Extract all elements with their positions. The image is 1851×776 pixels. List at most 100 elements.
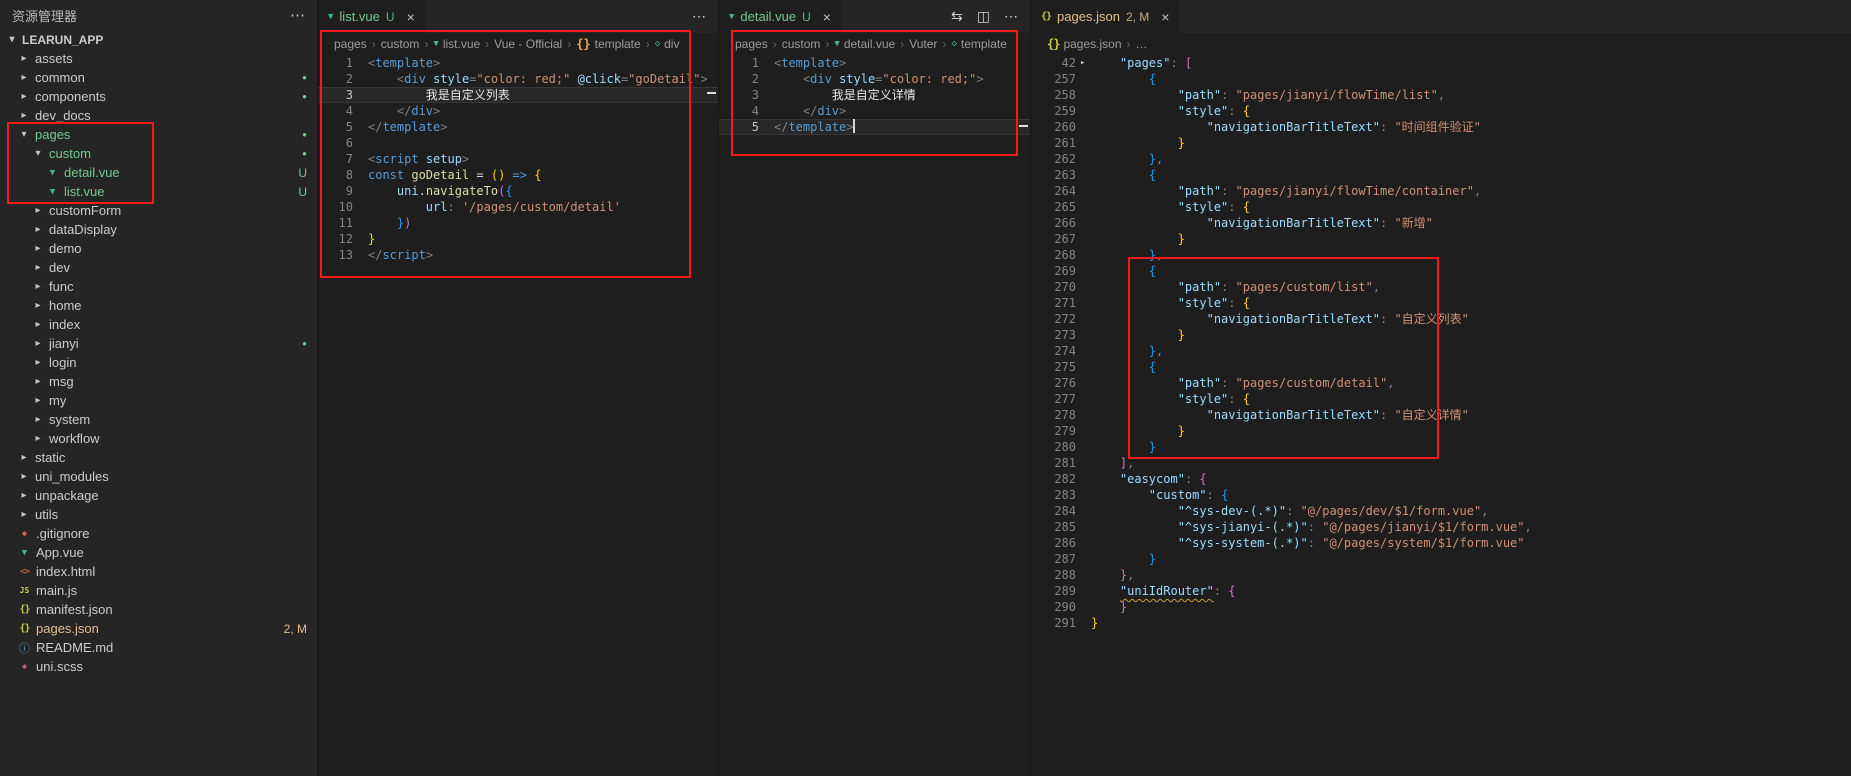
tree-item-home[interactable]: ▸home [0,296,317,315]
code-line[interactable]: 260 "navigationBarTitleText": "时间组件验证" [1031,119,1851,135]
code-line[interactable]: 4 </div> [318,103,718,119]
explorer-more-actions-icon[interactable]: ⋯ [290,6,305,24]
code-line[interactable]: 258 "path": "pages/jianyi/flowTime/list"… [1031,87,1851,103]
close-icon[interactable]: × [1161,9,1169,25]
code-line[interactable]: 1<template> [318,55,718,71]
breadcrumb-item-vue-official[interactable]: Vue - Official [494,37,562,51]
breadcrumb-item-custom[interactable]: custom [782,37,821,51]
code-line[interactable]: 281 ], [1031,455,1851,471]
tree-item-static[interactable]: ▸static [0,448,317,467]
tree-item-uni_modules[interactable]: ▸uni_modules [0,467,317,486]
code-line[interactable]: 284 "^sys-dev-(.*)": "@/pages/dev/$1/for… [1031,503,1851,519]
tab-detail-vue[interactable]: ▼ detail.vue U × [719,0,842,33]
code-line[interactable]: 275 { [1031,359,1851,375]
breadcrumb-item-detail.vue[interactable]: ▼detail.vue [834,37,895,51]
tree-item-jianyi[interactable]: ▸jianyi● [0,334,317,353]
code-line[interactable]: 4 </div> [719,103,1030,119]
split-editor-icon[interactable]: ◫ [977,8,990,25]
tree-item-index.html[interactable]: <>index.html [0,562,317,581]
more-actions-icon[interactable]: ⋯ [1004,8,1018,25]
tree-item-dev[interactable]: ▸dev [0,258,317,277]
breadcrumb-item-template[interactable]: {}template [576,37,640,51]
code-line[interactable]: 287 } [1031,551,1851,567]
code-line[interactable]: 278 "navigationBarTitleText": "自定义详情" [1031,407,1851,423]
tree-item-pages[interactable]: ▾pages● [0,125,317,144]
code-line[interactable]: 262 }, [1031,151,1851,167]
code-line[interactable]: 259 "style": { [1031,103,1851,119]
tree-item-manifest.json[interactable]: {}manifest.json [0,600,317,619]
tree-item-utils[interactable]: ▸utils [0,505,317,524]
code-line[interactable]: 279 } [1031,423,1851,439]
code-line[interactable]: 264 "path": "pages/jianyi/flowTime/conta… [1031,183,1851,199]
breadcrumb-item-list.vue[interactable]: ▼list.vue [433,37,480,51]
code-line[interactable]: 268 }, [1031,247,1851,263]
code-line[interactable]: 9 uni.navigateTo({ [318,183,718,199]
tree-item-main.js[interactable]: JSmain.js [0,581,317,600]
code-line[interactable]: 282 "easycom": { [1031,471,1851,487]
tree-item-index[interactable]: ▸index [0,315,317,334]
fold-collapsed-icon[interactable]: ▸ [1080,55,1085,71]
tree-item-unpackage[interactable]: ▸unpackage [0,486,317,505]
code-line[interactable]: 257 { [1031,71,1851,87]
code-line[interactable]: 8const goDetail = () => { [318,167,718,183]
open-changes-icon[interactable]: ⇆ [951,8,963,25]
code-line[interactable]: 289 "uniIdRouter": { [1031,583,1851,599]
tree-item-dev_docs[interactable]: ▸dev_docs [0,106,317,125]
code-editor[interactable]: 1<template>2 <div style="color: red;" @c… [318,55,718,776]
tree-item-datadisplay[interactable]: ▸dataDisplay [0,220,317,239]
breadcrumb-item-pages.json[interactable]: {}pages.json [1047,37,1122,51]
tree-item-assets[interactable]: ▸assets [0,49,317,68]
tree-item-detail.vue[interactable]: ▼detail.vueU [0,163,317,182]
code-line[interactable]: 5</template> [719,119,1030,135]
tree-item-common[interactable]: ▸common● [0,68,317,87]
code-line[interactable]: 285 "^sys-jianyi-(.*)": "@/pages/jianyi/… [1031,519,1851,535]
tree-item-workflow[interactable]: ▸workflow [0,429,317,448]
more-actions-icon[interactable]: ⋯ [692,8,706,25]
code-line[interactable]: 3 我是自定义列表 [318,87,718,103]
breadcrumb-item-pages[interactable]: pages [334,37,367,51]
tree-item-msg[interactable]: ▸msg [0,372,317,391]
code-line[interactable]: 276 "path": "pages/custom/detail", [1031,375,1851,391]
code-line[interactable]: 2 <div style="color: red;" @click="goDet… [318,71,718,87]
code-line[interactable]: 42▸ "pages": [ [1031,55,1851,71]
tree-item-app.vue[interactable]: ▼App.vue [0,543,317,562]
tree-item-.gitignore[interactable]: ◆.gitignore [0,524,317,543]
breadcrumb-item-template[interactable]: ◇template [951,37,1006,51]
code-line[interactable]: 11 }) [318,215,718,231]
code-line[interactable]: 290 } [1031,599,1851,615]
code-line[interactable]: 2 <div style="color: red;"> [719,71,1030,87]
tree-item-system[interactable]: ▸system [0,410,317,429]
breadcrumb-item-div[interactable]: ◇div [655,37,680,51]
code-line[interactable]: 269 { [1031,263,1851,279]
breadcrumb-item-vuter[interactable]: Vuter [909,37,937,51]
tree-item-readme.md[interactable]: ⓘREADME.md [0,638,317,657]
code-line[interactable]: 263 { [1031,167,1851,183]
tree-item-custom[interactable]: ▾custom● [0,144,317,163]
code-editor[interactable]: 42▸ "pages": [257 {258 "path": "pages/ji… [1031,55,1851,776]
code-line[interactable]: 267 } [1031,231,1851,247]
code-line[interactable]: 266 "navigationBarTitleText": "新增" [1031,215,1851,231]
tab-pages-json[interactable]: {} pages.json 2, M × [1031,0,1180,33]
tree-item-uni.scss[interactable]: ◈uni.scss [0,657,317,676]
code-line[interactable]: 7<script setup> [318,151,718,167]
code-line[interactable]: 1<template> [719,55,1030,71]
code-line[interactable]: 273 } [1031,327,1851,343]
tree-item-login[interactable]: ▸login [0,353,317,372]
code-line[interactable]: 12} [318,231,718,247]
tree-item-demo[interactable]: ▸demo [0,239,317,258]
tree-item-components[interactable]: ▸components● [0,87,317,106]
code-line[interactable]: 286 "^sys-system-(.*)": "@/pages/system/… [1031,535,1851,551]
code-line[interactable]: 280 } [1031,439,1851,455]
close-icon[interactable]: × [407,9,415,25]
code-line[interactable]: 283 "custom": { [1031,487,1851,503]
code-line[interactable]: 291} [1031,615,1851,631]
code-line[interactable]: 261 } [1031,135,1851,151]
code-line[interactable]: 5</template> [318,119,718,135]
code-line[interactable]: 6 [318,135,718,151]
code-editor[interactable]: 1<template>2 <div style="color: red;">3 … [719,55,1030,776]
close-icon[interactable]: × [823,9,831,25]
tree-item-func[interactable]: ▸func [0,277,317,296]
code-line[interactable]: 3 我是自定义详情 [719,87,1030,103]
tree-root-learun-app[interactable]: ▾ LEARUN_APP [0,30,317,49]
code-line[interactable]: 274 }, [1031,343,1851,359]
